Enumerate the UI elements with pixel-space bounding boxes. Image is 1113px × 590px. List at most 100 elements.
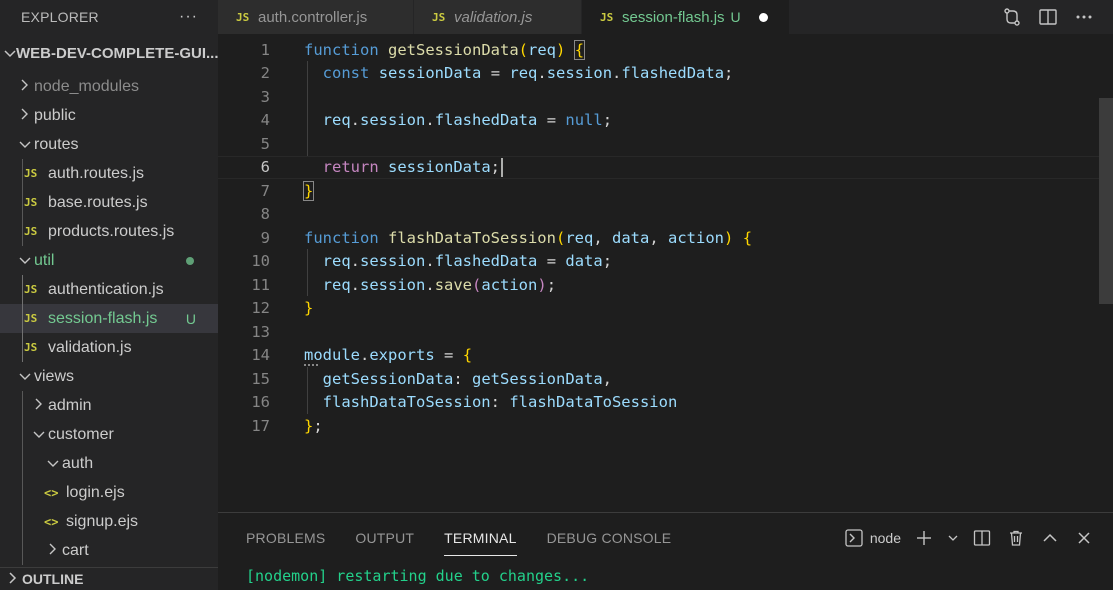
tree-indent-guide [22,159,23,188]
line-number: 3 [260,87,270,106]
bottom-panel: PROBLEMS OUTPUT TERMINAL DEBUG CONSOLE n… [218,512,1113,590]
sidebar-item-label: admin [48,396,92,414]
ejs-file-icon: <> [44,514,59,529]
tree-indent-guide [22,536,23,565]
line-number: 2 [260,64,270,83]
sidebar-item-routes[interactable]: routes [0,130,218,159]
open-changes-icon[interactable] [1001,6,1023,28]
tree-indent-guide [22,188,23,217]
code-line: 13 [218,320,1099,344]
sidebar-item-auth[interactable]: auth [0,449,218,478]
trash-icon[interactable] [1005,527,1027,549]
split-editor-icon[interactable] [1037,6,1059,28]
hint-squiggle [304,363,318,366]
ejs-file-icon: <> [44,485,59,500]
chevron-up-icon[interactable] [1039,527,1061,549]
project-folder-header[interactable]: WEB-DEV-COMPLETE-GUI... [0,34,218,72]
line-number: 12 [251,299,270,318]
editor-scrollbar[interactable] [1099,34,1113,512]
tab-session-flash[interactable]: JS session-flash.js U [582,0,790,34]
tab-auth-controller[interactable]: JS auth.controller.js [218,0,414,34]
sidebar-item-auth-routes-js[interactable]: JS auth.routes.js [0,159,218,188]
tree-indent-guide [22,478,23,507]
tab-validation[interactable]: JS validation.js [414,0,582,34]
tree-indent-guide [22,391,23,420]
line-number: 1 [260,40,270,59]
js-file-icon: JS [236,10,250,24]
panel-actions: node [844,513,1095,563]
line-number: 8 [260,205,270,224]
line-number: 14 [251,346,270,365]
sidebar-item-base-routes-js[interactable]: JS base.routes.js [0,188,218,217]
tab-problems[interactable]: PROBLEMS [246,513,340,563]
code-line: 17 }; [218,414,1099,438]
sidebar-item-validation-js[interactable]: JS validation.js [0,333,218,362]
terminal-icon [845,529,863,547]
line-number: 17 [251,416,270,435]
split-terminal-icon[interactable] [971,527,993,549]
tab-output[interactable]: OUTPUT [340,513,429,563]
more-actions-icon[interactable]: ··· [179,8,198,26]
sidebar-item-label: routes [34,135,79,153]
tab-debug-console[interactable]: DEBUG CONSOLE [532,513,687,563]
sidebar-item-products-routes-js[interactable]: JS products.routes.js [0,217,218,246]
code-line: 8 [218,203,1099,227]
sidebar-item-authentication-js[interactable]: JS authentication.js [0,275,218,304]
chevron-down-icon [30,427,48,442]
code-line: 1 function getSessionData(req) { [218,38,1099,62]
sidebar-item-public[interactable]: public [0,101,218,130]
sidebar-item-label: signup.ejs [66,512,139,530]
outline-title: OUTLINE [22,571,84,587]
outline-section-header[interactable]: OUTLINE [0,567,218,590]
sidebar-item-session-flash-js[interactable]: JS session-flash.js U [0,304,218,333]
sidebar-item-login-ejs[interactable]: <> login.ejs [0,478,218,507]
js-file-icon: JS [24,283,38,296]
js-file-icon: JS [24,341,38,354]
new-terminal-icon[interactable] [913,527,935,549]
sidebar-item-label: customer [48,425,114,443]
sidebar-item-label: auth.routes.js [48,164,145,182]
code-line: 3 [218,85,1099,109]
sidebar-item-signup-ejs[interactable]: <> signup.ejs [0,507,218,536]
tab-terminal[interactable]: TERMINAL [429,513,531,563]
sidebar-item-admin[interactable]: admin [0,391,218,420]
chevron-right-icon [4,571,22,587]
sidebar-item-views[interactable]: views [0,362,218,391]
sidebar-item-cart[interactable]: cart [0,536,218,565]
sidebar-item-customer[interactable]: customer [0,420,218,449]
code-line: 16 flashDataToSession: flashDataToSessio… [218,391,1099,415]
chevron-right-icon [30,398,48,413]
unsaved-dot-icon[interactable] [758,12,768,22]
terminal-selector[interactable]: node [844,528,901,548]
close-icon[interactable] [1073,527,1095,549]
tree-indent-guide [22,304,23,333]
terminal-name: node [869,530,901,546]
code-line: 14 module.exports = { [218,344,1099,368]
more-actions-icon[interactable] [1073,6,1095,28]
untracked-status-badge: U [730,9,741,25]
sidebar-item-label: authentication.js [48,280,164,298]
sidebar-item-util[interactable]: util [0,246,218,275]
panel-tabs: PROBLEMS OUTPUT TERMINAL DEBUG CONSOLE [246,513,686,563]
code-line: 4 req.session.flashedData = null; [218,109,1099,133]
scrollbar-thumb[interactable] [1099,98,1113,304]
explorer-header: EXPLORER ··· [0,0,218,34]
chevron-down-icon[interactable] [947,527,959,549]
sidebar-item-node-modules[interactable]: node_modules [0,72,218,101]
line-number: 5 [260,134,270,153]
tab-label: auth.controller.js [258,8,368,26]
explorer-title: EXPLORER [21,9,99,25]
code-line: 11 req.session.save(action); [218,273,1099,297]
sidebar-item-label: views [34,367,75,385]
js-file-icon: JS [24,167,38,180]
code-editor[interactable]: 1 function getSessionData(req) { 2 const… [218,34,1113,512]
chevron-right-icon [16,79,34,94]
chevron-right-icon [16,108,34,123]
line-number: 10 [251,252,270,271]
sidebar-item-label: public [34,106,76,124]
sidebar-item-label: cart [62,541,89,559]
code-line: 15 getSessionData: getSessionData, [218,367,1099,391]
tab-label: validation.js [454,8,533,26]
js-file-icon: JS [24,312,38,325]
chevron-down-icon [16,369,34,384]
